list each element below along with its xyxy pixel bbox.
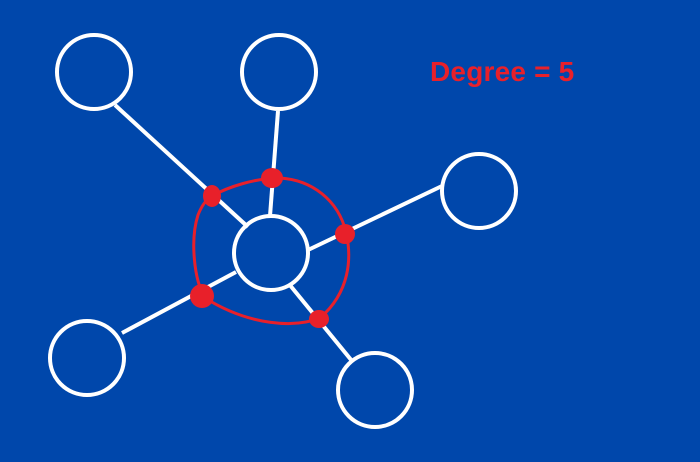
node-top: [240, 33, 318, 111]
node-bottom-right: [336, 351, 414, 429]
edge-center-bottom-left: [121, 270, 237, 335]
edge-center-right: [307, 184, 443, 252]
graph-diagram: [48, 33, 518, 429]
intersection-marker-top: [261, 168, 283, 188]
intersection-marker-bottom-right: [309, 310, 329, 328]
center-node: [232, 214, 310, 292]
node-right: [440, 152, 518, 230]
node-top-left: [55, 33, 133, 111]
intersection-marker-bottom-left: [190, 284, 214, 308]
degree-label: Degree = 5: [430, 56, 575, 87]
intersection-marker-top-left: [203, 185, 221, 207]
node-bottom-left: [48, 319, 126, 397]
intersection-marker-right: [335, 224, 355, 244]
diagram-canvas: Degree = 5: [0, 0, 700, 462]
edge-center-top-left: [113, 103, 250, 229]
edge-center-top: [268, 110, 280, 217]
nodes: [48, 33, 518, 429]
